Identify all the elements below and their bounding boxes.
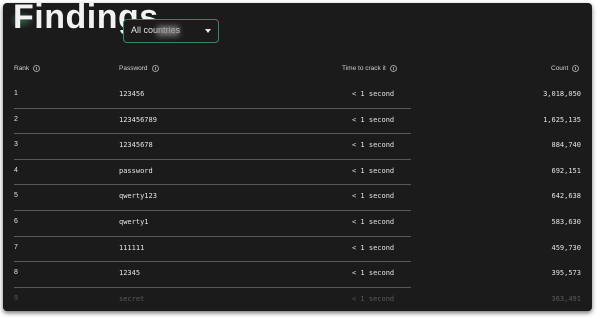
count-column-row: 583,630 xyxy=(411,211,581,237)
header-time-label: Time to crack it xyxy=(342,65,386,72)
time-cell: < 1 second xyxy=(352,294,395,303)
password-cell: qwerty123 xyxy=(119,192,157,201)
time-cell: < 1 second xyxy=(352,218,395,226)
count-column-row: 642,638 xyxy=(411,185,581,211)
password-cell: secret xyxy=(119,294,145,303)
count-cell: 3,018,050 xyxy=(543,90,581,98)
header-count: Count xyxy=(551,65,580,72)
table-row: 4 password < 1 second xyxy=(14,160,411,186)
rank-cell: 8 xyxy=(14,269,18,277)
time-cell: < 1 second xyxy=(352,192,395,201)
findings-panel: Findings All countries Rank Password Tim… xyxy=(3,3,592,311)
password-cell: 111111 xyxy=(119,243,145,252)
password-cell: qwerty1 xyxy=(119,218,149,226)
country-select[interactable]: All countries xyxy=(123,19,219,43)
rank-cell: 3 xyxy=(14,141,18,149)
time-cell: < 1 second xyxy=(352,115,395,124)
header-count-label: Count xyxy=(551,65,569,72)
count-cell: 884,740 xyxy=(551,141,581,150)
count-column-row: 1,625,135 xyxy=(411,109,581,135)
table-row: 7 111111 < 1 second xyxy=(14,237,411,263)
chevron-down-icon xyxy=(205,29,211,33)
count-cell: 583,630 xyxy=(551,218,581,226)
blurred-text-region xyxy=(157,26,179,36)
count-column-row: 395,573 xyxy=(411,262,581,288)
count-column-row: 459,730 xyxy=(411,237,581,263)
password-cell: 123456 xyxy=(119,90,145,98)
header-password: Password xyxy=(119,65,159,72)
info-icon[interactable] xyxy=(389,65,397,72)
header-password-label: Password xyxy=(119,65,148,72)
header-time: Time to crack it xyxy=(342,65,397,72)
count-cell: 692,151 xyxy=(551,166,581,175)
table-row: 1 123456 < 1 second xyxy=(14,83,411,109)
time-cell: < 1 second xyxy=(352,243,395,252)
password-cell: password xyxy=(119,166,153,175)
password-cell: 12345 xyxy=(119,269,141,278)
count-cell: 395,573 xyxy=(551,269,581,278)
time-cell: < 1 second xyxy=(352,141,395,150)
info-icon[interactable] xyxy=(33,65,41,72)
count-column-row: 363,491 xyxy=(411,288,581,311)
count-column-row: 692,151 xyxy=(411,160,581,186)
password-cell: 123456789 xyxy=(119,115,157,124)
time-cell: < 1 second xyxy=(352,90,395,98)
count-column-row: 3,018,050 xyxy=(411,83,581,109)
count-column-row: 884,740 xyxy=(411,134,581,160)
count-cell: 459,730 xyxy=(551,243,581,252)
rank-cell: 6 xyxy=(14,218,18,225)
table-row: 9 secret < 1 second xyxy=(14,288,411,311)
table-header: Rank Password Time to crack it Count xyxy=(3,65,592,79)
info-icon[interactable] xyxy=(151,65,159,72)
rank-cell: 2 xyxy=(14,115,18,123)
info-icon[interactable] xyxy=(572,65,580,72)
table-row: 5 qwerty123 < 1 second xyxy=(14,185,411,211)
header-rank: Rank xyxy=(14,65,41,72)
rank-cell: 5 xyxy=(14,192,18,200)
time-cell: < 1 second xyxy=(352,269,395,278)
header-rank-label: Rank xyxy=(14,65,30,72)
count-cell: 642,638 xyxy=(551,192,581,201)
rank-cell: 4 xyxy=(14,166,18,174)
table-row: 2 123456789 < 1 second xyxy=(14,109,411,135)
rank-cell: 9 xyxy=(14,294,18,302)
table-row: 6 qwerty1 < 1 second xyxy=(14,211,411,237)
rank-cell: 7 xyxy=(14,243,18,251)
table-row: 3 12345678 < 1 second xyxy=(14,134,411,160)
count-cell: 1,625,135 xyxy=(543,115,581,124)
rank-cell: 1 xyxy=(14,90,18,97)
time-cell: < 1 second xyxy=(352,166,395,175)
password-cell: 12345678 xyxy=(119,141,153,150)
table-row: 8 12345 < 1 second xyxy=(14,262,411,288)
count-cell: 363,491 xyxy=(551,294,581,303)
